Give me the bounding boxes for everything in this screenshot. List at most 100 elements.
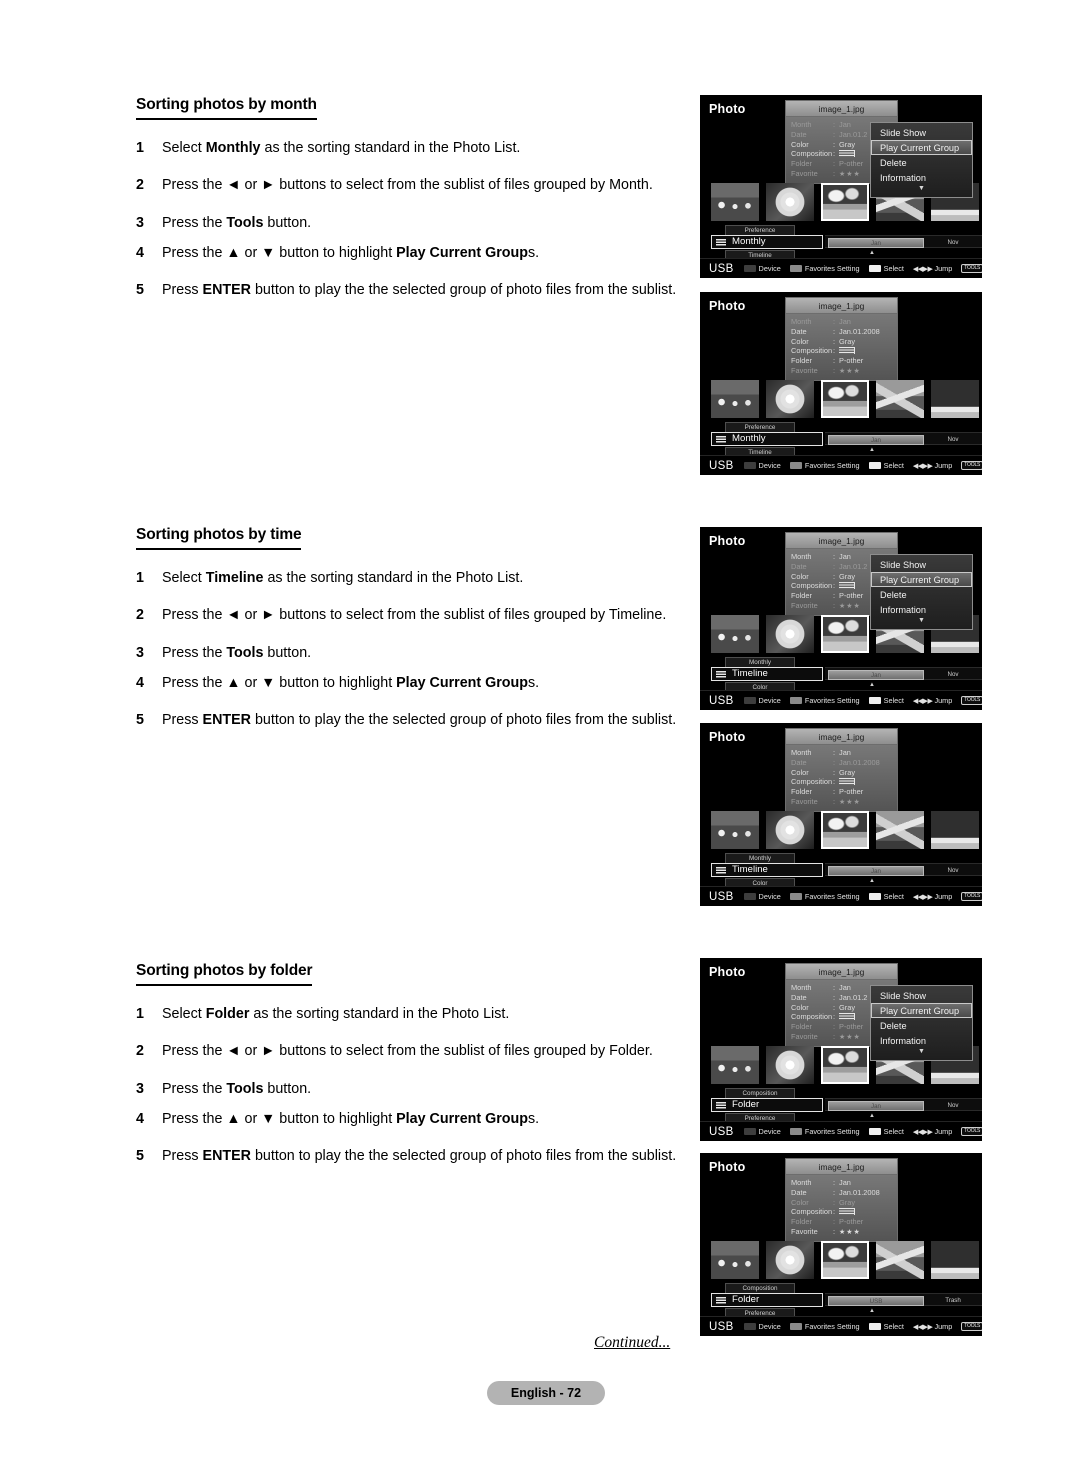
- sublist-bar: Jan Nov: [825, 432, 982, 445]
- sort-mode-current[interactable]: Folder: [711, 1098, 823, 1112]
- sort-mode-current[interactable]: Folder: [711, 1293, 823, 1307]
- status-item-jump[interactable]: ◀◀▶▶ Jump: [913, 1127, 952, 1136]
- instruction-step: 2 Press the ◄ or ► buttons to select from…: [136, 1041, 684, 1061]
- sublist-track[interactable]: Jan: [828, 865, 924, 876]
- status-item-device[interactable]: Device: [743, 892, 781, 901]
- thumbnail-item[interactable]: [766, 811, 814, 849]
- status-item-select[interactable]: Select: [868, 696, 904, 705]
- status-item-favorites-setting[interactable]: Favorites Setting: [789, 1322, 860, 1331]
- status-item-select[interactable]: Select: [868, 1322, 904, 1331]
- tools-menu-item-information[interactable]: Information: [871, 170, 972, 185]
- thumbnail-item[interactable]: [766, 1241, 814, 1279]
- sublist-track[interactable]: Jan: [828, 237, 924, 248]
- step-text: Press the ◄ or ► buttons to select from …: [162, 607, 667, 624]
- status-item-select[interactable]: Select: [868, 461, 904, 470]
- info-key: Folder: [791, 1217, 812, 1227]
- status-item-option[interactable]: TOOLSOption: [961, 1127, 982, 1136]
- emphasis-term: Tools: [226, 644, 264, 661]
- thumbnail-item[interactable]: [711, 811, 759, 849]
- tools-menu-item-slide-show[interactable]: Slide Show: [871, 988, 972, 1003]
- thumbnail-item[interactable]: [766, 183, 814, 221]
- thumbnail-item[interactable]: [876, 811, 924, 849]
- thumbnail-item[interactable]: [931, 1241, 979, 1279]
- status-item-favorites-setting[interactable]: Favorites Setting: [789, 461, 860, 470]
- tools-menu-item-play-current-group[interactable]: Play Current Group: [871, 572, 972, 587]
- thumbnail-item[interactable]: [876, 1241, 924, 1279]
- thumbnail-item[interactable]: [876, 380, 924, 418]
- thumbnail-item[interactable]: [931, 380, 979, 418]
- status-item-option[interactable]: TOOLSOption: [961, 696, 982, 705]
- status-item-device[interactable]: Device: [743, 264, 781, 273]
- status-item-favorites-setting[interactable]: Favorites Setting: [789, 264, 860, 273]
- tools-menu-item-slide-show[interactable]: Slide Show: [871, 557, 972, 572]
- sort-mode-current[interactable]: Timeline: [711, 863, 823, 877]
- status-item-jump[interactable]: ◀◀▶▶ Jump: [913, 1322, 952, 1331]
- color-swatch-icon: [789, 893, 802, 900]
- tools-menu-item-slide-show[interactable]: Slide Show: [871, 125, 972, 140]
- step-text: Press the ▲ or ▼ button to highlight Pla…: [162, 674, 540, 691]
- status-item-label: Select: [883, 1322, 904, 1331]
- sublist-track[interactable]: USB: [828, 1295, 924, 1306]
- thumbnail-item[interactable]: [711, 1046, 759, 1084]
- sort-mode-current[interactable]: Timeline: [711, 667, 823, 681]
- status-item-jump[interactable]: ◀◀▶▶ Jump: [913, 696, 952, 705]
- tools-menu-item-delete[interactable]: Delete: [871, 1018, 972, 1033]
- status-item-jump[interactable]: ◀◀▶▶ Jump: [913, 264, 952, 273]
- sublist-track[interactable]: Jan: [828, 1100, 924, 1111]
- status-item-label: Jump: [934, 264, 953, 273]
- tools-menu-item-play-current-group[interactable]: Play Current Group: [871, 1003, 972, 1018]
- status-item-select[interactable]: Select: [868, 264, 904, 273]
- tools-menu-item-information[interactable]: Information: [871, 602, 972, 617]
- thumbnail-item[interactable]: [821, 1241, 869, 1279]
- sort-mode-current[interactable]: Monthly: [711, 432, 823, 446]
- thumbnail-image: [823, 813, 867, 847]
- step-text: Select Timeline as the sorting standard …: [162, 570, 524, 586]
- section-title: Sorting photos by folder: [136, 962, 313, 986]
- emphasis-term: Tools: [226, 1080, 264, 1097]
- thumbnail-item[interactable]: [766, 615, 814, 653]
- status-item-device[interactable]: Device: [743, 1322, 781, 1331]
- photo-info-row: Date: Jan.01.2008: [791, 1188, 892, 1198]
- status-item-device[interactable]: Device: [743, 1127, 781, 1136]
- info-key: Month: [791, 748, 812, 757]
- thumbnail-item[interactable]: [711, 615, 759, 653]
- sort-mode-current[interactable]: Monthly: [711, 235, 823, 249]
- thumbnail-item[interactable]: [711, 1241, 759, 1279]
- status-item-select[interactable]: Select: [868, 892, 904, 901]
- status-item-favorites-setting[interactable]: Favorites Setting: [789, 1127, 860, 1136]
- tools-menu-item-information[interactable]: Information: [871, 1033, 972, 1048]
- thumbnail-item[interactable]: [821, 1046, 869, 1084]
- thumbnail-item[interactable]: [711, 183, 759, 221]
- thumbnail-image: [711, 1046, 759, 1084]
- thumbnail-item[interactable]: [931, 811, 979, 849]
- status-item-device[interactable]: Device: [743, 696, 781, 705]
- thumbnail-item[interactable]: [766, 380, 814, 418]
- photo-file-name: image_1.jpg: [785, 297, 898, 314]
- status-item-select[interactable]: Select: [868, 1127, 904, 1136]
- thumbnail-item[interactable]: [821, 183, 869, 221]
- thumbnail-item[interactable]: [711, 380, 759, 418]
- status-item-device[interactable]: Device: [743, 461, 781, 470]
- thumbnail-item[interactable]: [766, 1046, 814, 1084]
- status-item-option[interactable]: TOOLSOption: [961, 892, 982, 901]
- status-item-option[interactable]: TOOLSOption: [961, 1322, 982, 1331]
- continued-label: Continued...: [594, 1334, 671, 1351]
- status-item-jump[interactable]: ◀◀▶▶ Jump: [913, 461, 952, 470]
- sublist-track[interactable]: Jan: [828, 669, 924, 680]
- status-item-favorites-setting[interactable]: Favorites Setting: [789, 696, 860, 705]
- status-item-option[interactable]: TOOLSOption: [961, 461, 982, 470]
- thumbnail-item[interactable]: [821, 380, 869, 418]
- tools-menu-item-delete[interactable]: Delete: [871, 155, 972, 170]
- thumbnail-item[interactable]: [821, 811, 869, 849]
- info-key: Color: [791, 767, 809, 777]
- sublist-bar: USB Trash: [825, 1293, 982, 1306]
- tools-menu-item-delete[interactable]: Delete: [871, 587, 972, 602]
- thumbnail-image: [766, 380, 814, 418]
- tools-menu-item-play-current-group[interactable]: Play Current Group: [871, 140, 972, 155]
- status-item-option[interactable]: TOOLSOption: [961, 264, 982, 273]
- thumbnail-image: [876, 1241, 924, 1279]
- status-item-jump[interactable]: ◀◀▶▶ Jump: [913, 892, 952, 901]
- thumbnail-item[interactable]: [821, 615, 869, 653]
- sublist-track[interactable]: Jan: [828, 434, 924, 445]
- status-item-favorites-setting[interactable]: Favorites Setting: [789, 892, 860, 901]
